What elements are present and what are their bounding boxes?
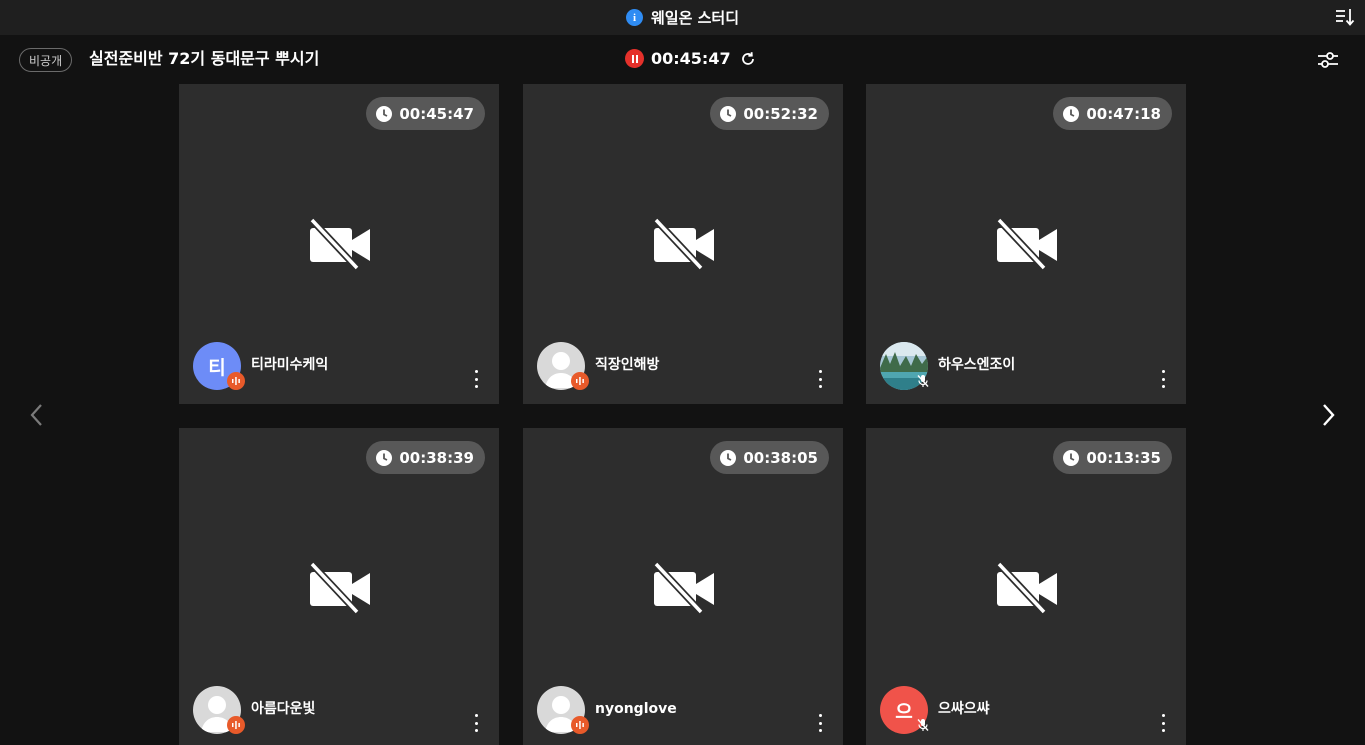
clock-icon bbox=[376, 105, 393, 122]
participation-time-badge: 00:45:47 bbox=[366, 97, 485, 130]
more-options-icon[interactable] bbox=[1160, 714, 1166, 732]
clock-icon bbox=[720, 105, 737, 122]
settings-sliders-icon[interactable] bbox=[1316, 48, 1340, 72]
app-title: 웨일온 스터디 bbox=[650, 9, 740, 27]
camera-off-icon bbox=[996, 562, 1057, 614]
info-icon[interactable]: i bbox=[625, 9, 643, 26]
participation-time: 00:13:35 bbox=[1086, 448, 1161, 467]
more-options-icon[interactable] bbox=[817, 370, 823, 388]
next-page-chevron-icon[interactable] bbox=[1316, 400, 1340, 430]
participation-time-badge: 00:38:39 bbox=[366, 441, 485, 474]
camera-off-icon bbox=[653, 562, 714, 614]
mic-active-icon bbox=[571, 716, 589, 734]
clock-icon bbox=[720, 449, 737, 466]
participation-time-badge: 00:13:35 bbox=[1053, 441, 1172, 474]
clock-icon bbox=[1063, 105, 1080, 122]
clock-icon bbox=[376, 449, 393, 466]
participant-tile[interactable]: 00:38:39 아름다운빛 bbox=[179, 428, 499, 745]
participant-name: nyonglove bbox=[595, 701, 677, 717]
avatar bbox=[880, 342, 929, 390]
mic-muted-icon bbox=[914, 716, 932, 734]
session-timer: 00:45:47 bbox=[625, 49, 757, 68]
avatar: 티 bbox=[193, 342, 245, 390]
participant-name: 하우스엔조이 bbox=[938, 357, 1016, 373]
mic-active-icon bbox=[227, 716, 245, 734]
participant-tile[interactable]: 00:45:47 티 티라미수케익 bbox=[179, 84, 499, 404]
camera-off-icon bbox=[653, 218, 714, 270]
participant-tile[interactable]: 00:52:32 직장인해방 bbox=[523, 84, 843, 404]
participant-tile[interactable]: 00:13:35 으 으쌰으쌰 bbox=[866, 428, 1186, 745]
more-options-icon[interactable] bbox=[817, 714, 823, 732]
participant-tile[interactable]: 00:38:05 nyonglove bbox=[523, 428, 843, 745]
camera-off-icon bbox=[309, 218, 370, 270]
participant-name: 티라미수케익 bbox=[251, 357, 329, 373]
avatar bbox=[537, 342, 589, 390]
camera-off-icon bbox=[996, 218, 1057, 270]
participation-time: 00:47:18 bbox=[1086, 104, 1161, 123]
participation-time-badge: 00:52:32 bbox=[710, 97, 829, 130]
more-options-icon[interactable] bbox=[473, 714, 479, 732]
sort-icon[interactable] bbox=[1333, 6, 1355, 28]
participant-name: 아름다운빛 bbox=[251, 701, 316, 717]
privacy-badge: 비공개 bbox=[19, 48, 73, 72]
participation-time-badge: 00:38:05 bbox=[710, 441, 829, 474]
participation-time: 00:38:05 bbox=[743, 448, 818, 467]
room-header: 비공개 실전준비반 72기 동대문구 뿌시기 00:45:47 bbox=[0, 35, 1365, 84]
refresh-icon[interactable] bbox=[739, 50, 757, 68]
more-options-icon[interactable] bbox=[1160, 370, 1166, 388]
avatar: 으 bbox=[880, 686, 929, 734]
mic-muted-icon bbox=[914, 372, 932, 390]
participation-time: 00:52:32 bbox=[743, 104, 818, 123]
room-title: 실전준비반 72기 동대문구 뿌시기 bbox=[89, 49, 320, 68]
pause-record-icon[interactable] bbox=[625, 49, 644, 68]
more-options-icon[interactable] bbox=[473, 370, 479, 388]
participation-time: 00:38:39 bbox=[399, 448, 474, 467]
mic-active-icon bbox=[227, 372, 245, 390]
window-titlebar: i 웨일온 스터디 bbox=[0, 0, 1365, 35]
participant-name: 으쌰으쌰 bbox=[938, 701, 990, 717]
participation-time-badge: 00:47:18 bbox=[1053, 97, 1172, 130]
avatar bbox=[537, 686, 589, 734]
avatar bbox=[193, 686, 245, 734]
prev-page-chevron-icon[interactable] bbox=[25, 400, 49, 430]
participation-time: 00:45:47 bbox=[399, 104, 474, 123]
mic-active-icon bbox=[571, 372, 589, 390]
timer-text: 00:45:47 bbox=[651, 49, 731, 68]
camera-off-icon bbox=[309, 562, 370, 614]
participant-name: 직장인해방 bbox=[595, 357, 660, 373]
participant-tile[interactable]: 00:47:18 하우스엔조이 bbox=[866, 84, 1186, 404]
clock-icon bbox=[1063, 449, 1080, 466]
